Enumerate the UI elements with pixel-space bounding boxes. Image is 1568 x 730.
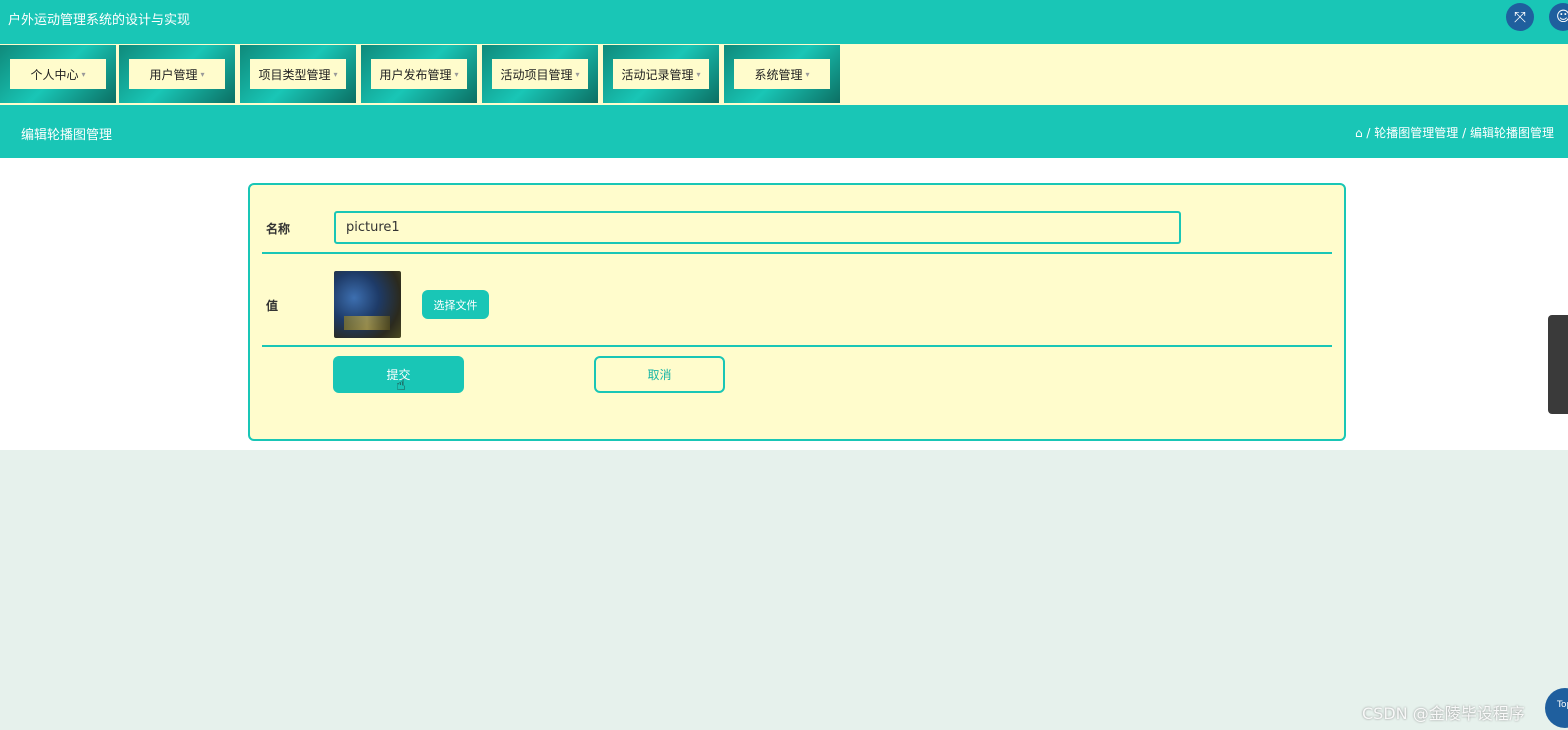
app-title: 户外运动管理系统的设计与实现 [8,13,191,28]
caret-down-icon: ▾ [454,69,459,79]
menu-item-user-post-management[interactable]: 用户发布管理 ▾ [361,45,477,103]
page-title: 编辑轮播图管理 [21,128,113,143]
fullscreen-button[interactable]: ⤧ [1506,3,1534,31]
back-to-top-button[interactable]: Top [1545,688,1568,728]
menu-item-label: 活动项目管理 [500,67,573,82]
caret-down-icon: ▾ [200,69,205,79]
menu-item-label: 个人中心 [30,67,79,82]
menu-item-project-type-management[interactable]: 项目类型管理 ▾ [240,45,356,103]
menu-item-label: 用户管理 [149,67,198,82]
name-label: 名称 [266,222,291,236]
menu-item-user-management[interactable]: 用户管理 ▾ [119,45,235,103]
breadcrumb[interactable]: ⌂ / 轮播图管理管理 / 编辑轮播图管理 [1355,124,1554,141]
caret-down-icon: ▾ [333,69,338,79]
menu-item-label: 项目类型管理 [258,67,331,82]
cancel-button[interactable]: 取消 [594,356,725,393]
menu-item-activity-project-management[interactable]: 活动项目管理 ▾ [482,45,598,103]
menu-item-label: 用户发布管理 [379,67,452,82]
menu-item-label: 系统管理 [754,67,803,82]
top-bar: 户外运动管理系统的设计与实现 ⤧ ☺ [0,0,1568,44]
menu-item-system-management[interactable]: 系统管理 ▾ [724,45,840,103]
user-icon: ☺ [1556,9,1568,25]
page-header: 编辑轮播图管理 ⌂ / 轮播图管理管理 / 编辑轮播图管理 [0,105,1568,158]
choose-file-button[interactable]: 选择文件 [422,290,489,319]
divider [262,252,1332,254]
image-thumbnail [334,271,401,338]
caret-down-icon: ▾ [575,69,580,79]
watermark: CSDN @金陵毕设程序 [1362,704,1525,723]
edit-form: 名称 值 选择文件 提交 取消 ☝ [248,183,1346,441]
name-input[interactable] [334,211,1181,244]
divider [262,345,1332,347]
caret-down-icon: ▾ [805,69,810,79]
caret-down-icon: ▾ [696,69,701,79]
hand-cursor-icon: ☝ [396,375,406,394]
side-panel-tab[interactable] [1548,315,1568,414]
menu-item-personal-center[interactable]: 个人中心 ▾ [0,45,116,103]
menu-item-label: 活动记录管理 [621,67,694,82]
caret-down-icon: ▾ [81,69,86,79]
value-label: 值 [266,299,279,313]
main-menu: 个人中心 ▾ 用户管理 ▾ 项目类型管理 ▾ 用户发布管理 ▾ 活动项目管理 ▾ 活动记录… [0,44,1568,105]
expand-arrows-icon: ⤧ [1513,8,1526,26]
user-button[interactable]: ☺ [1549,3,1568,31]
menu-item-activity-record-management[interactable]: 活动记录管理 ▾ [603,45,719,103]
